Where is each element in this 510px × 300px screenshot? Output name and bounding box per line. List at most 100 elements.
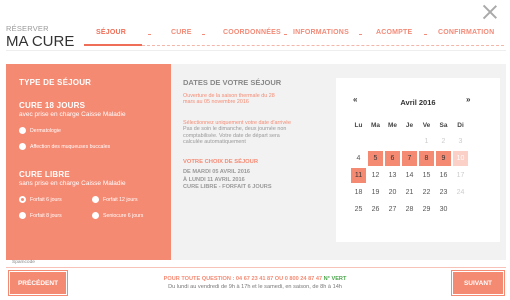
calendar-day[interactable]: 22 [419, 185, 434, 200]
calendar-day: 17 [456, 172, 465, 179]
choice-from: DE MARDI 05 AVRIL 2016 [183, 169, 251, 176]
step-separator [284, 34, 287, 35]
main-panel: TYPE DE SÉJOUR CURE 18 JOURS avec prise … [6, 64, 506, 260]
step-dashed-line [142, 45, 504, 46]
calendar-day[interactable]: 13 [385, 168, 400, 183]
step-acompte[interactable]: ACOMPTE [376, 29, 412, 36]
calendar-empty [368, 134, 383, 149]
weekday-header: Ma [370, 121, 381, 129]
option-muqueuses[interactable]: Affection des muqueuses buccales [19, 143, 110, 150]
cure18-title: CURE 18 JOURS [19, 101, 86, 110]
calendar-day-sunday-in-range[interactable]: 10 [453, 151, 468, 166]
choice-title: VOTRE CHOIX DE SÉJOUR [183, 159, 259, 166]
calendar-day[interactable]: 16 [436, 168, 451, 183]
next-button[interactable]: SUIVANT [451, 270, 505, 296]
contact-phone: POUR TOUTE QUESTION : 04 67 23 41 87 OU … [163, 276, 323, 282]
calendar-day[interactable]: 28 [402, 202, 417, 217]
calendar-day[interactable]: 26 [368, 202, 383, 217]
radio-icon [19, 143, 26, 150]
calendar-day[interactable]: 25 [351, 202, 366, 217]
calendar-empty [453, 202, 468, 217]
cure-libre-title: CURE LIBRE [19, 170, 70, 179]
calendar-empty [351, 134, 366, 149]
header-divider [6, 50, 506, 51]
step-informations[interactable]: INFORMATIONS [293, 29, 349, 36]
next-month-icon[interactable]: » [466, 95, 470, 104]
close-icon[interactable] [482, 4, 498, 20]
calendar-day-in-range[interactable]: 6 [385, 151, 400, 166]
calendar-day[interactable]: 30 [436, 202, 451, 217]
option-forfait-6[interactable]: Forfait 6 jours [19, 196, 62, 203]
calendar-day[interactable]: 12 [368, 168, 383, 183]
option-label: Seniocure 6 jours [103, 212, 144, 219]
option-label: Dermatologie [30, 127, 61, 134]
option-label: Affection des muqueuses buccales [30, 143, 111, 150]
option-forfait-12[interactable]: Forfait 12 jours [92, 196, 138, 203]
calendar-day[interactable]: 19 [368, 185, 383, 200]
step-separator [359, 34, 362, 35]
dates-title: DATES DE VOTRE SÉJOUR [183, 78, 282, 87]
step-separator [202, 34, 205, 35]
weekday-header: Sa [439, 121, 448, 129]
header-ma-cure: MA CURE [6, 33, 75, 50]
calendar-empty [402, 134, 417, 149]
calendar-day[interactable]: 23 [436, 185, 451, 200]
calendar-day-selected[interactable]: 5 [368, 151, 383, 166]
calendar-day: 24 [456, 189, 465, 196]
radio-icon [92, 212, 99, 219]
step-cure[interactable]: CURE [171, 29, 192, 36]
option-seniocure-6[interactable]: Seniocure 6 jours [92, 212, 143, 219]
calendar-day: 1 [424, 138, 429, 145]
step-coordonnees[interactable]: COORDONNÉES [223, 29, 281, 36]
option-forfait-8[interactable]: Forfait 8 jours [19, 212, 62, 219]
footer-divider [6, 267, 506, 268]
step-separator [148, 34, 151, 35]
choice-to: À LUNDI 11 AVRIL 2016 [183, 176, 245, 183]
radio-selected-icon [19, 196, 26, 203]
step-confirmation[interactable]: CONFIRMATION [438, 29, 494, 36]
option-label: Forfait 12 jours [103, 196, 138, 203]
calendar-empty [385, 134, 400, 149]
calendar-day[interactable]: 15 [419, 168, 434, 183]
select-note: Pas de soin le dimanche, deux journée no… [183, 126, 287, 146]
calendar-day: 3 [458, 138, 463, 145]
progress-steps: SÉJOUR CURE COORDONNÉES INFORMATIONS ACO… [84, 29, 504, 46]
contact-hours: Du lundi au vendredi de 9h à 17h et le s… [168, 283, 342, 290]
radio-icon [92, 196, 99, 203]
calendar-day-in-range[interactable]: 7 [402, 151, 417, 166]
option-label: Forfait 8 jours [30, 212, 62, 219]
cure18-subtitle: avec prise en charge Caisse Maladie [19, 111, 126, 118]
calendar-day[interactable]: 20 [385, 185, 400, 200]
weekday-header: Ve [422, 121, 431, 129]
weekday-header: Je [405, 121, 414, 129]
header-reserver: RÉSERVER [6, 24, 49, 33]
calendar-day[interactable]: 4 [351, 151, 366, 166]
radio-icon [19, 127, 26, 134]
radio-icon [19, 212, 26, 219]
calendar-day[interactable]: 18 [351, 185, 366, 200]
calendar-day-in-range[interactable]: 9 [436, 151, 451, 166]
step-separator [424, 34, 427, 35]
spamcode-label: Spamcode [12, 260, 35, 265]
calendar-day[interactable]: 14 [402, 168, 417, 183]
calendar-grid: Lu Ma Me Je Ve Sa Di 1 2 3 4 5 6 7 8 9 1… [349, 116, 470, 219]
season-text: Ouverture de la saison thermale du 28 ma… [183, 93, 275, 106]
calendar-month: Avril 2016 [400, 98, 436, 107]
previous-button[interactable]: PRÉCÉDENT [8, 270, 68, 296]
sejour-type-panel: TYPE DE SÉJOUR CURE 18 JOURS avec prise … [6, 64, 171, 260]
option-label: Forfait 6 jours [30, 196, 62, 203]
step-sejour[interactable]: SÉJOUR [96, 29, 126, 36]
option-dermatologie[interactable]: Dermatologie [19, 127, 61, 134]
choice-type: CURE LIBRE - FORFAIT 6 JOURS [183, 184, 272, 191]
weekday-header: Di [457, 121, 464, 129]
calendar-day[interactable]: 29 [419, 202, 434, 217]
calendar-day: 2 [441, 138, 446, 145]
weekday-header: Me [387, 121, 398, 129]
sejour-type-title: TYPE DE SÉJOUR [19, 78, 92, 87]
calendar-day[interactable]: 27 [385, 202, 400, 217]
calendar-day-in-range[interactable]: 8 [419, 151, 434, 166]
calendar-day[interactable]: 21 [402, 185, 417, 200]
calendar: « Avril 2016 » Lu Ma Me Je Ve Sa Di 1 2 … [336, 78, 500, 242]
step-active-underline [84, 44, 142, 46]
calendar-day-range-end[interactable]: 11 [351, 168, 366, 183]
